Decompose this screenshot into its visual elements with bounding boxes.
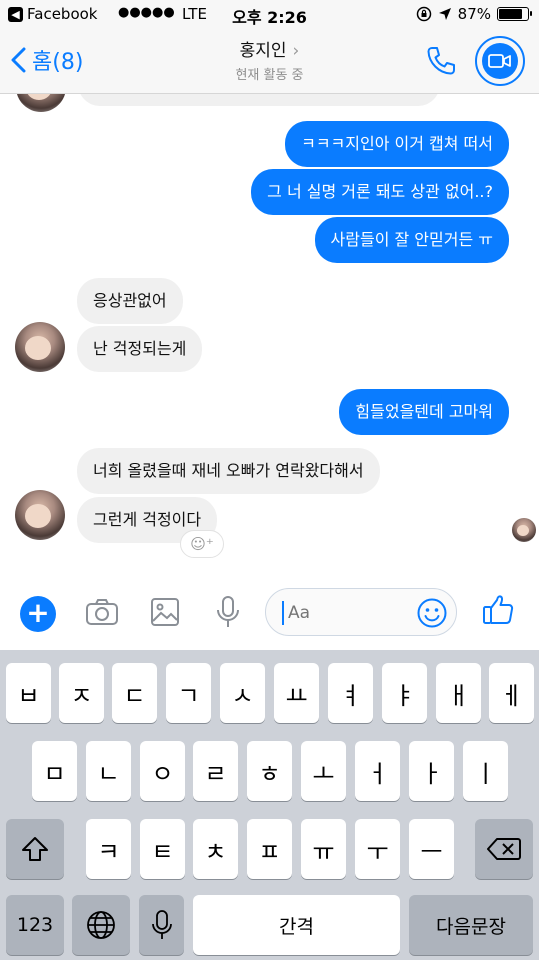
message-bubble-outgoing[interactable]: 힘들었을텐데 고마워 <box>339 389 509 435</box>
globe-icon <box>87 911 115 939</box>
space-key[interactable]: 간격 <box>193 895 400 955</box>
message-bubble-incoming[interactable]: 난 걱정되는게 <box>77 326 203 372</box>
seen-receipt-avatar <box>512 518 536 542</box>
key-24[interactable]: ㅠ <box>301 819 346 879</box>
key-9[interactable]: ㅐ <box>436 663 481 723</box>
conversation-header: 홈(8) 홍지인 › 현재 활동 중 <box>0 30 539 94</box>
emoji-add-icon: ☺⁺ <box>190 535 214 553</box>
key-14[interactable]: ㄹ <box>193 741 238 801</box>
like-button[interactable] <box>480 592 516 632</box>
key-19[interactable]: ㅣ <box>463 741 508 801</box>
key-25[interactable]: ㅜ <box>355 819 400 879</box>
message-input-field[interactable] <box>265 588 457 636</box>
contact-avatar[interactable] <box>16 94 66 112</box>
key-18[interactable]: ㅏ <box>409 741 454 801</box>
key-16[interactable]: ㅗ <box>301 741 346 801</box>
camera-icon <box>86 599 118 625</box>
key-1[interactable]: ㅂ <box>6 663 51 723</box>
key-2[interactable]: ㅈ <box>59 663 104 723</box>
message-input[interactable] <box>282 601 412 625</box>
rotation-lock-icon <box>416 6 431 22</box>
key-7[interactable]: ㅕ <box>328 663 373 723</box>
thumbs-up-icon <box>483 595 514 624</box>
image-icon <box>151 598 179 626</box>
video-call-button[interactable] <box>475 36 525 86</box>
globe-key[interactable] <box>72 895 130 955</box>
key-5[interactable]: ㅅ <box>220 663 265 723</box>
shift-arrow-icon <box>22 837 48 861</box>
key-3[interactable]: ㄷ <box>112 663 157 723</box>
battery-icon <box>497 7 532 21</box>
gallery-button[interactable] <box>148 594 182 634</box>
contact-name: 홍지인 <box>239 41 287 61</box>
voice-call-button[interactable] <box>424 44 458 82</box>
backspace-icon <box>487 838 521 860</box>
chevron-right-icon: › <box>292 41 300 61</box>
voice-clip-button[interactable] <box>213 594 243 634</box>
key-6[interactable]: ㅛ <box>274 663 319 723</box>
presence-status: 현재 활동 중 <box>235 68 304 83</box>
shift-key[interactable] <box>6 819 64 879</box>
contact-avatar[interactable] <box>15 490 65 540</box>
message-bubble-outgoing[interactable]: 그 너 실명 거론 돼도 상관 없어..? <box>251 169 509 215</box>
message-composer: + <box>0 574 539 650</box>
message-bubble-partial[interactable] <box>78 94 440 106</box>
key-23[interactable]: ㅍ <box>247 819 292 879</box>
key-8[interactable]: ㅑ <box>382 663 427 723</box>
phone-icon <box>427 47 455 75</box>
korean-keyboard: ㅂ ㅈ ㄷ ㄱ ㅅ ㅛ ㅕ ㅑ ㅐ ㅔ ㅁ ㄴ ㅇ ㄹ ㅎ ㅗ ㅓ ㅏ ㅣ ㅋ … <box>0 650 539 960</box>
message-thread[interactable]: ㅋㅋㅋ지인아 이거 캡쳐 떠서 그 너 실명 거론 돼도 상관 없어..? 사람… <box>0 94 539 574</box>
return-key[interactable]: 다음문장 <box>409 895 533 955</box>
key-12[interactable]: ㄴ <box>86 741 131 801</box>
status-bar: ◀ Facebook ●●●●● LTE 오후 2:26 87% <box>0 0 539 30</box>
backspace-key[interactable] <box>475 819 533 879</box>
key-22[interactable]: ㅊ <box>193 819 238 879</box>
key-11[interactable]: ㅁ <box>32 741 77 801</box>
location-arrow-icon <box>438 8 451 20</box>
add-reaction-button[interactable]: ☺⁺ <box>180 530 224 558</box>
contact-avatar[interactable] <box>15 322 65 372</box>
numbers-key[interactable]: 123 <box>6 895 64 955</box>
emoji-button[interactable] <box>416 597 448 633</box>
message-bubble-outgoing[interactable]: 사람들이 잘 안믿거든 ㅠ <box>314 217 509 263</box>
key-15[interactable]: ㅎ <box>247 741 292 801</box>
message-bubble-incoming[interactable]: 응상관없어 <box>77 278 183 324</box>
camera-button[interactable] <box>84 594 120 634</box>
microphone-icon <box>217 596 239 627</box>
key-13[interactable]: ㅇ <box>140 741 185 801</box>
microphone-icon <box>151 910 172 939</box>
key-4[interactable]: ㄱ <box>166 663 211 723</box>
key-21[interactable]: ㅌ <box>140 819 185 879</box>
key-17[interactable]: ㅓ <box>355 741 400 801</box>
battery-fill <box>499 9 522 19</box>
plus-icon[interactable]: + <box>20 596 56 632</box>
key-20[interactable]: ㅋ <box>86 819 131 879</box>
contact-info[interactable]: 홍지인 › 현재 활동 중 <box>0 36 539 83</box>
key-26[interactable]: ㅡ <box>409 819 454 879</box>
battery-percent: 87% <box>457 5 491 23</box>
key-10[interactable]: ㅔ <box>489 663 534 723</box>
emoji-icon <box>417 598 447 628</box>
dictation-key[interactable] <box>139 895 184 955</box>
message-bubble-outgoing[interactable]: ㅋㅋㅋ지인아 이거 캡쳐 떠서 <box>285 121 509 167</box>
video-camera-icon <box>482 43 518 79</box>
status-right: 87% <box>416 5 532 23</box>
message-bubble-incoming[interactable]: 너희 올렸을때 재네 오빠가 연락왔다해서 <box>77 448 380 494</box>
